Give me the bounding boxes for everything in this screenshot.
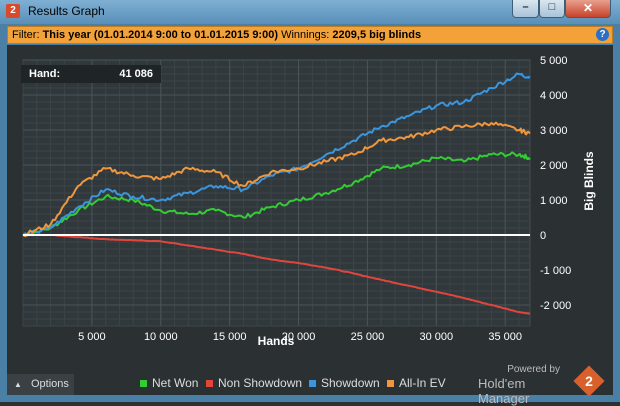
legend-swatch bbox=[206, 380, 213, 388]
x-tick-label: 15 000 bbox=[213, 331, 247, 343]
hand-readout: Hand: 41 086 bbox=[21, 65, 161, 83]
y-tick-label: 0 bbox=[540, 230, 546, 242]
options-label: Options bbox=[31, 378, 69, 390]
options-button[interactable]: ▲ Options bbox=[7, 374, 74, 395]
x-tick-label: 35 000 bbox=[488, 331, 522, 343]
branding: Powered by Hold'em Manager 2 bbox=[478, 362, 608, 406]
legend-swatch bbox=[387, 380, 394, 388]
legend-item[interactable]: All-In EV bbox=[387, 374, 446, 392]
legend-item[interactable]: Net Won bbox=[140, 374, 198, 392]
x-tick-label: 10 000 bbox=[144, 331, 178, 343]
legend-swatch bbox=[309, 380, 316, 388]
y-tick-label: 1 000 bbox=[540, 195, 568, 207]
y-tick-label: -1 000 bbox=[540, 265, 571, 277]
legend-label: All-In EV bbox=[399, 376, 446, 390]
y-tick-label: 5 000 bbox=[540, 55, 568, 67]
x-tick-label: 25 000 bbox=[351, 331, 385, 343]
legend-label: Showdown bbox=[321, 376, 380, 390]
x-axis-label: Hands bbox=[258, 334, 295, 348]
y-tick-label: 3 000 bbox=[540, 125, 568, 137]
holdem-manager-logo-icon: 2 bbox=[573, 365, 605, 397]
hand-readout-value: 41 086 bbox=[119, 68, 153, 80]
y-tick-label: -2 000 bbox=[540, 300, 571, 312]
legend-label: Non Showdown bbox=[218, 376, 303, 390]
x-tick-label: 5 000 bbox=[78, 331, 106, 343]
powered-by-text: Powered by bbox=[507, 364, 560, 375]
legend-item[interactable]: Showdown bbox=[309, 374, 380, 392]
legend-swatch bbox=[140, 380, 147, 388]
y-axis-label: Big Blinds bbox=[582, 151, 596, 211]
y-tick-label: 4 000 bbox=[540, 90, 568, 102]
y-tick-label: 2 000 bbox=[540, 160, 568, 172]
hand-readout-label: Hand: bbox=[29, 68, 61, 80]
legend-item[interactable]: Non Showdown bbox=[206, 374, 302, 392]
chevron-up-icon: ▲ bbox=[14, 380, 22, 389]
x-tick-label: 30 000 bbox=[419, 331, 453, 343]
results-graph-window: 2 Results Graph – □ ✕ Filter: This year … bbox=[0, 0, 620, 406]
results-chart[interactable]: 5 000 4 000 3 000 2 000 1 000 0 -1 000 -2 000 5 … bbox=[0, 0, 620, 402]
legend-label: Net Won bbox=[152, 376, 199, 390]
